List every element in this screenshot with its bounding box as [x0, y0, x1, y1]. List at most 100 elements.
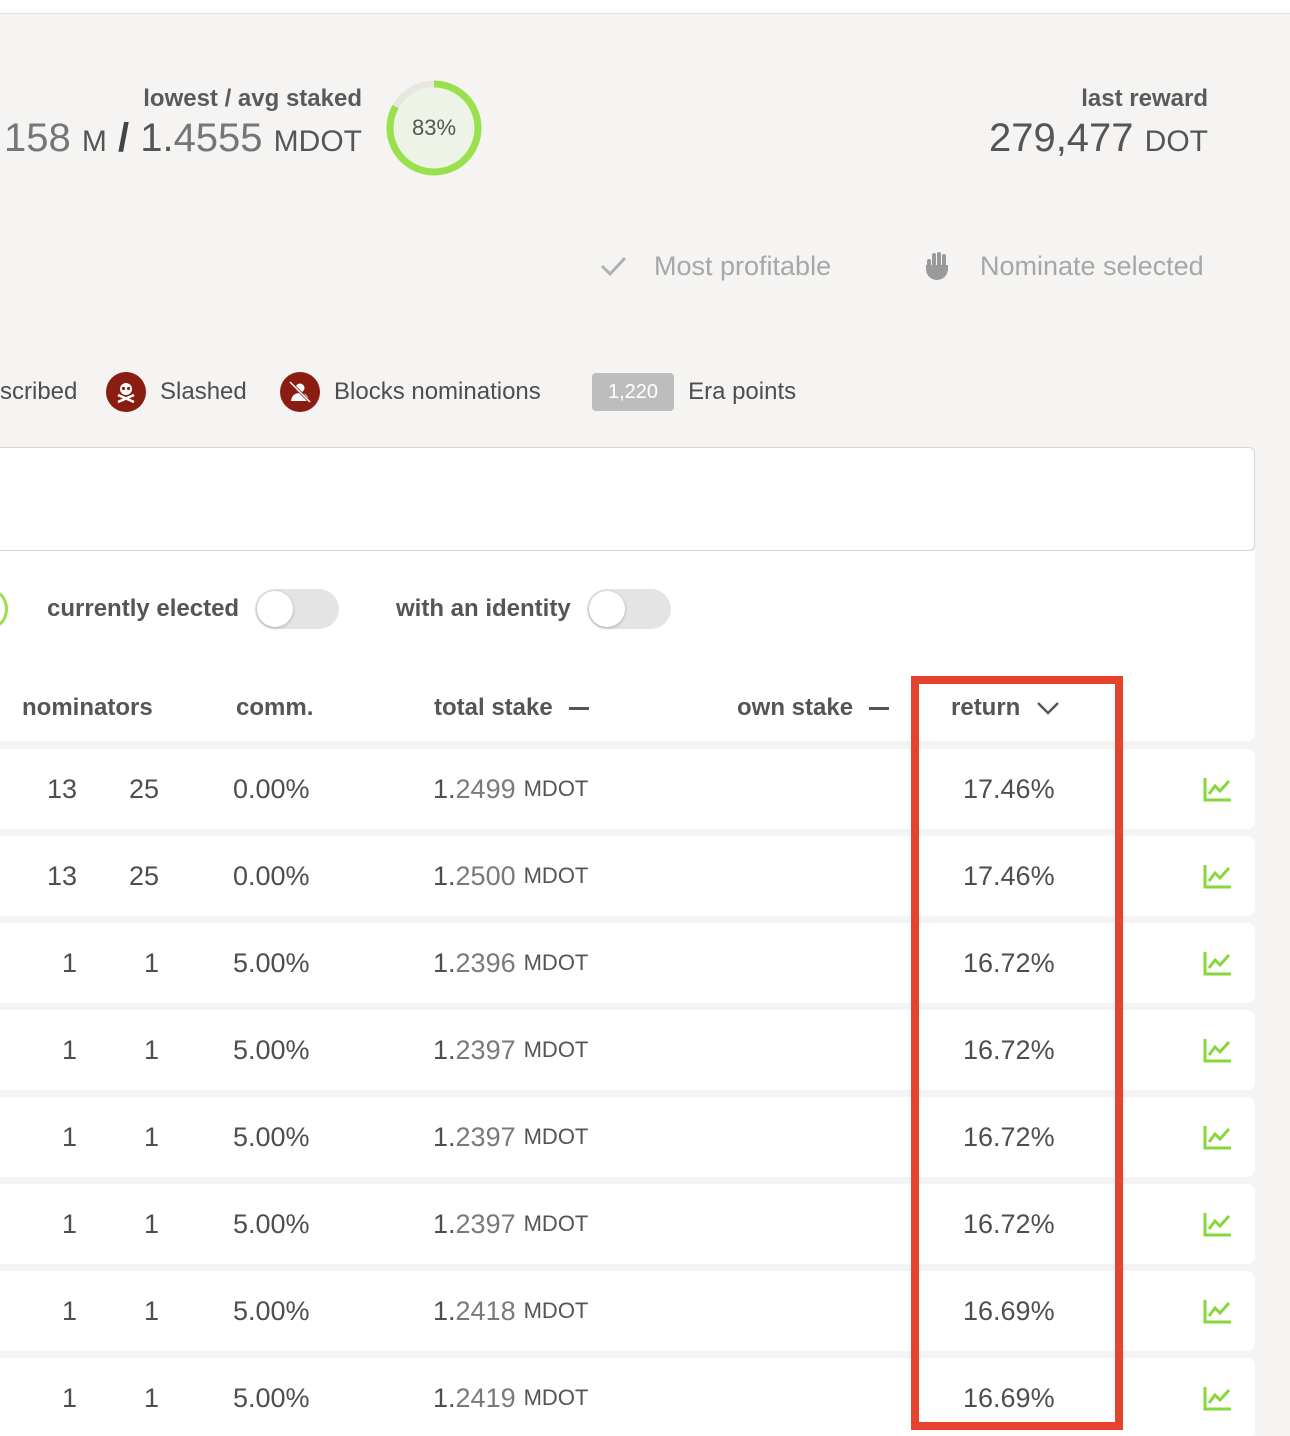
staked-label: lowest / avg staked	[143, 85, 362, 112]
legend-subscribed: scribed	[0, 370, 77, 414]
nominators-active: 1	[61, 1208, 77, 1239]
header-nominators[interactable]: nominators	[22, 690, 153, 726]
nominators-active: 1	[61, 1382, 77, 1413]
nominate-selected-button[interactable]: Nominate selected	[922, 246, 1204, 286]
staked-avg-unit: MDOT	[273, 125, 362, 158]
with-identity-toggle[interactable]	[586, 589, 671, 629]
chart-line-icon[interactable]	[1203, 1358, 1233, 1436]
most-profitable-button[interactable]: Most profitable	[598, 246, 831, 286]
skull-icon	[106, 372, 146, 412]
reward-amount: 279,477	[988, 116, 1134, 160]
nominators-total: 1	[143, 1034, 159, 1065]
nominators-active: 1	[61, 1295, 77, 1326]
total-stake-int: 1.	[433, 1208, 456, 1239]
total-stake-unit: MDOT	[523, 776, 589, 801]
commission: 5.00%	[233, 947, 310, 978]
total-stake-int: 1.	[433, 1382, 456, 1413]
staked-avg-int: 1.	[140, 116, 174, 160]
reward-label: last reward	[1081, 85, 1208, 112]
commission: 0.00%	[233, 860, 310, 891]
total-stake-unit: MDOT	[523, 1037, 589, 1062]
reward-value: 279,477 DOT	[989, 114, 1208, 166]
total-stake-unit: MDOT	[523, 1124, 589, 1149]
chart-line-icon[interactable]	[1203, 1097, 1233, 1177]
total-stake-unit: MDOT	[523, 1211, 589, 1236]
chart-line-icon[interactable]	[1203, 836, 1233, 916]
search-input[interactable]	[0, 447, 1255, 551]
total-stake-int: 1.	[433, 1034, 456, 1065]
nominators-total: 1	[143, 1295, 159, 1326]
legend-blocks-nominations: Blocks nominations	[280, 370, 541, 414]
filter-with-identity-label: with an identity	[396, 595, 571, 622]
total-stake: 1. 2396 MDOT	[433, 923, 588, 1003]
nominators-active: 13	[46, 773, 77, 804]
legend-subscribed-label: scribed	[0, 378, 78, 405]
filter-currently-elected: currently elected	[47, 588, 340, 630]
total-stake-int: 1.	[433, 1295, 456, 1326]
total-stake-frac: 2499	[455, 773, 516, 804]
total-stake: 1. 2499 MDOT	[433, 749, 588, 829]
user-slash-icon	[280, 372, 320, 412]
total-stake: 1. 2419 MDOT	[433, 1358, 588, 1436]
total-stake: 1. 2500 MDOT	[433, 836, 588, 916]
legend-blocks-nominations-label: Blocks nominations	[334, 378, 541, 405]
legend-era-points: 1,220 Era points	[592, 370, 796, 414]
commission: 5.00%	[233, 1034, 310, 1065]
currently-elected-toggle[interactable]	[255, 589, 340, 629]
commission: 5.00%	[233, 1208, 310, 1239]
staked-lowest: 158	[3, 116, 71, 160]
total-stake-int: 1.	[433, 860, 456, 891]
most-profitable-label: Most profitable	[654, 250, 832, 281]
total-stake-frac: 2396	[455, 947, 516, 978]
total-stake-frac: 2500	[455, 860, 516, 891]
total-stake-frac: 2418	[455, 1295, 516, 1326]
header-total-stake[interactable]: total stake	[434, 690, 589, 726]
nominators-total: 25	[128, 860, 159, 891]
header-comm[interactable]: comm.	[236, 690, 313, 726]
filter-with-identity: with an identity	[396, 588, 671, 630]
header-own-stake-label: own stake	[737, 694, 854, 721]
staked-avg-frac: 4555	[173, 116, 263, 160]
header-own-stake[interactable]: own stake	[737, 690, 890, 726]
legend-slashed-label: Slashed	[160, 378, 247, 405]
header-nominators-label: nominators	[22, 694, 153, 721]
total-stake-unit: MDOT	[523, 1385, 589, 1410]
staked-summary: lowest / avg staked 158 M / 1.4555 MDOT	[4, 84, 362, 166]
chart-line-icon[interactable]	[1203, 1271, 1233, 1351]
sort-neutral-icon	[568, 706, 589, 710]
total-stake-unit: MDOT	[523, 1298, 589, 1323]
reward-unit: DOT	[1144, 125, 1208, 158]
nominators-total: 1	[143, 1121, 159, 1152]
total-stake: 1. 2397 MDOT	[433, 1184, 588, 1264]
nominate-selected-label: Nominate selected	[980, 250, 1204, 281]
nominators-active: 13	[46, 860, 77, 891]
hand-icon	[925, 252, 948, 280]
nominators-total: 25	[128, 773, 159, 804]
nominators-active: 1	[61, 1121, 77, 1152]
nominators-active: 1	[61, 1034, 77, 1065]
nominators-total: 1	[143, 947, 159, 978]
chart-line-icon[interactable]	[1203, 749, 1233, 829]
commission: 5.00%	[233, 1295, 310, 1326]
era-points-badge: 1,220	[592, 373, 675, 411]
chart-line-icon[interactable]	[1203, 1184, 1233, 1264]
chart-line-icon[interactable]	[1203, 1010, 1233, 1090]
header-total-stake-label: total stake	[434, 694, 553, 721]
nominators-active: 1	[61, 947, 77, 978]
total-stake-frac: 2397	[455, 1121, 516, 1152]
total-stake: 1. 2418 MDOT	[433, 1271, 588, 1351]
commission: 5.00%	[233, 1121, 310, 1152]
total-stake-int: 1.	[433, 947, 456, 978]
total-stake-unit: MDOT	[523, 950, 589, 975]
chart-line-icon[interactable]	[1203, 923, 1233, 1003]
nominators-total: 1	[143, 1208, 159, 1239]
return-column-highlight	[911, 676, 1123, 1430]
top-bar	[0, 0, 1290, 14]
legend-era-points-label: Era points	[688, 378, 797, 405]
total-stake-int: 1.	[433, 773, 456, 804]
sort-neutral-icon	[869, 706, 890, 710]
filter-currently-elected-label: currently elected	[47, 595, 240, 622]
staked-value: 158 M / 1.4555 MDOT	[4, 114, 362, 166]
commission: 5.00%	[233, 1382, 310, 1413]
nominators-total: 1	[143, 1382, 159, 1413]
